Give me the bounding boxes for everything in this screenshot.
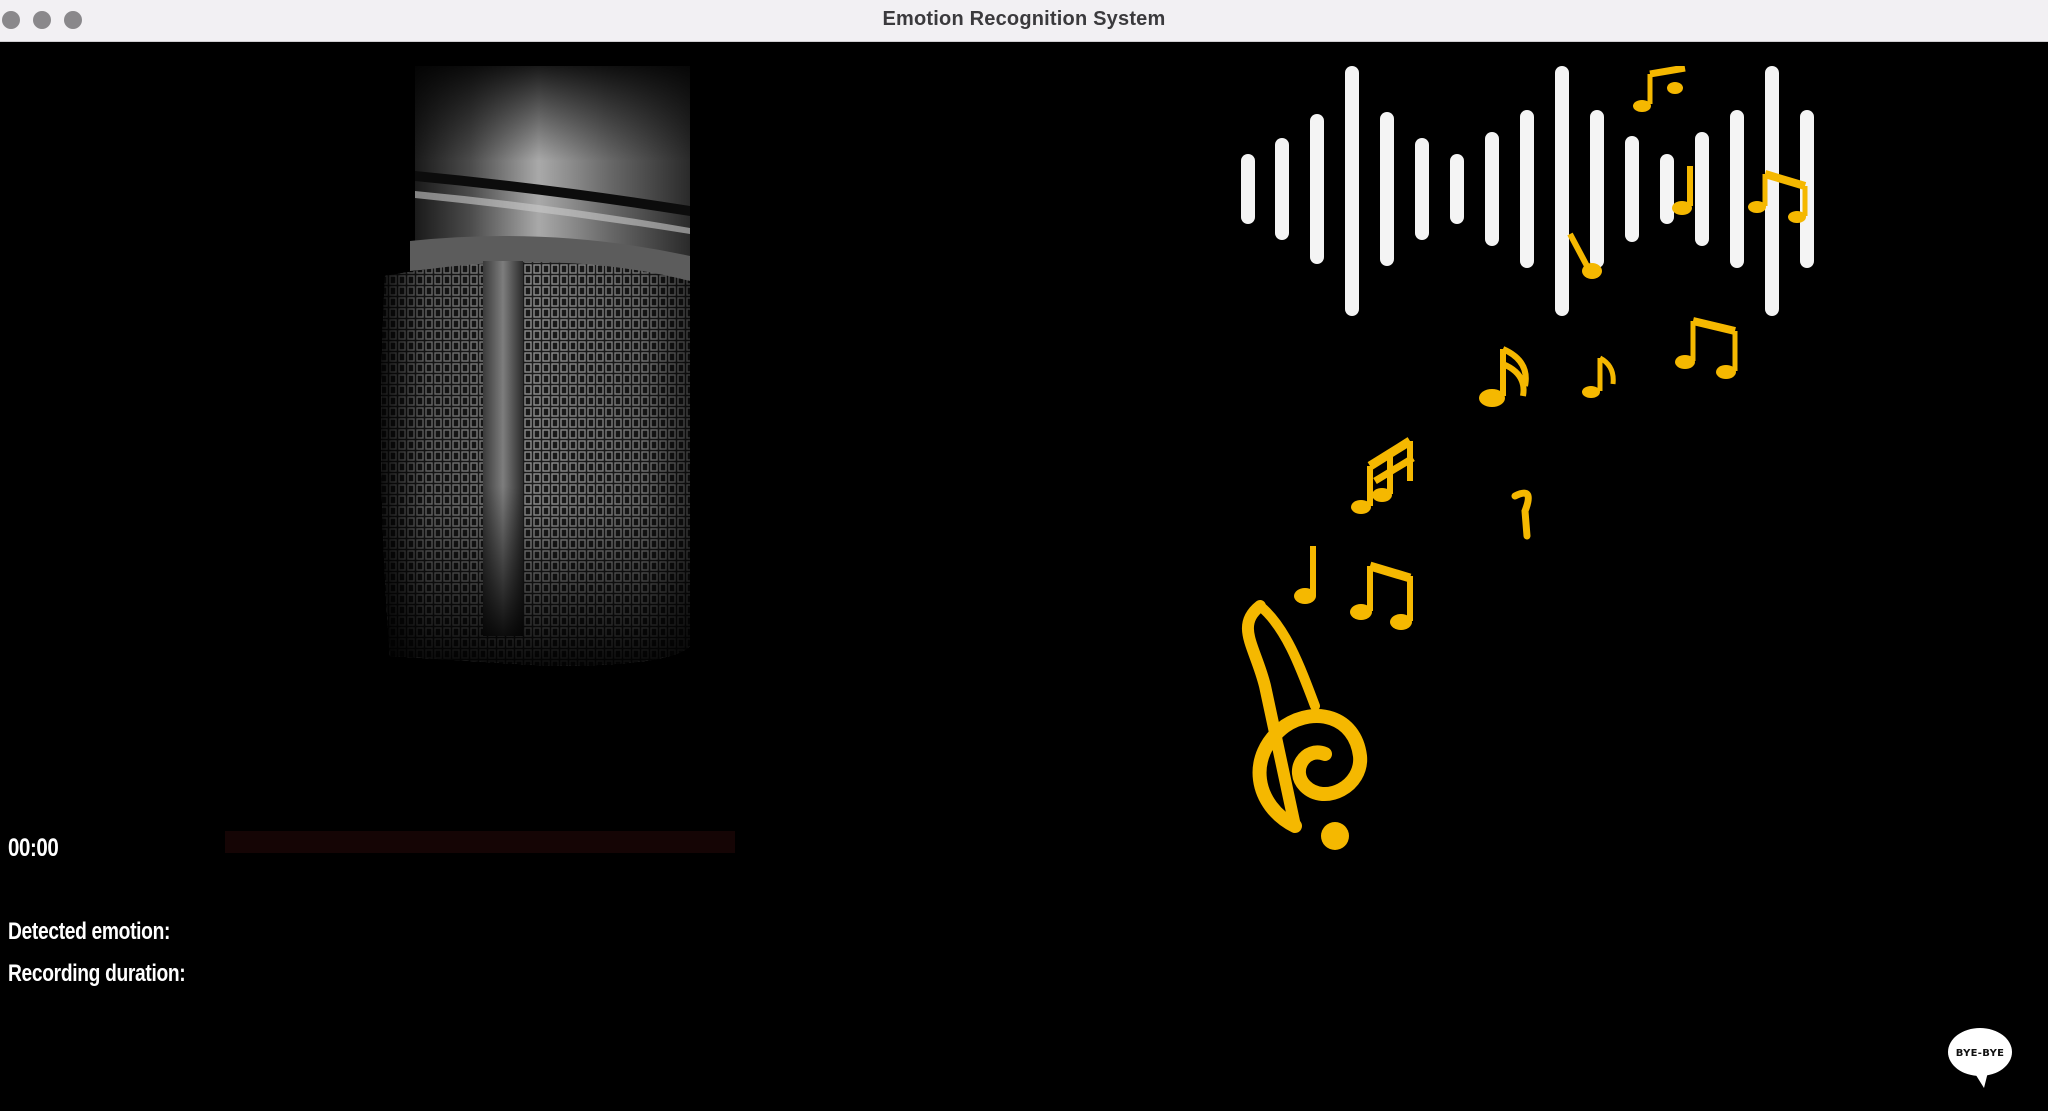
recording-duration-label: Recording duration: [8,960,186,987]
app-window: Emotion Recognition System 00:00 Detecte… [0,0,2048,1111]
bye-bye-label: BYE-BYE [1956,1048,2005,1059]
recording-timer: 00:00 [8,834,59,862]
music-notes-waveform-image[interactable] [1235,66,1815,856]
main-content: 00:00 Detected emotion: Recording durati… [0,42,2048,1111]
detected-emotion-label: Detected emotion: [8,918,171,945]
bye-bye-button[interactable]: BYE-BYE [1946,1022,2018,1094]
title-bar: Emotion Recognition System [0,0,2048,42]
microphone-image[interactable] [200,66,820,856]
window-title: Emotion Recognition System [882,8,1166,30]
waveform [1241,66,1814,316]
